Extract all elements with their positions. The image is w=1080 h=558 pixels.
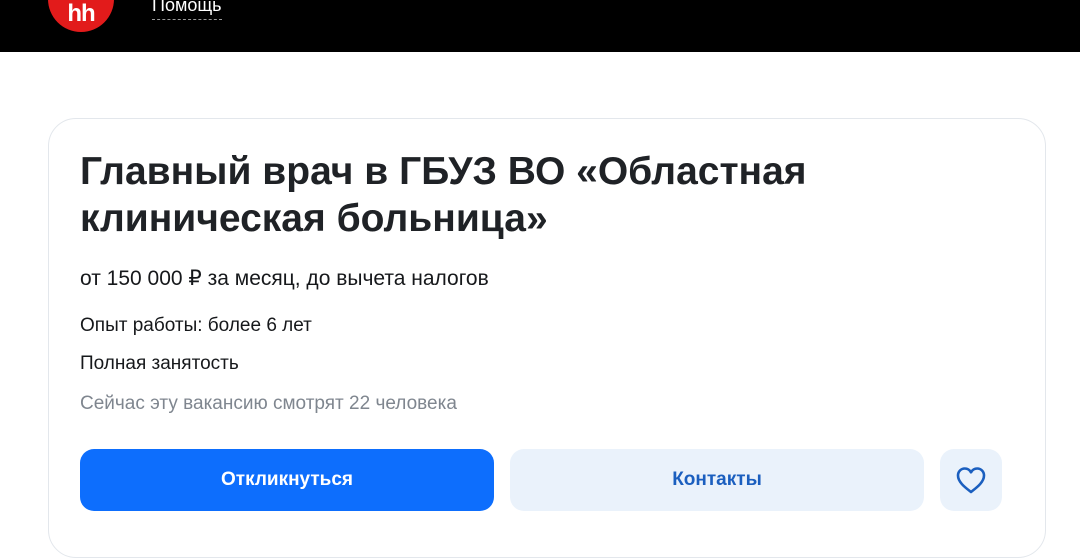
vacancy-card: Главный врач в ГБУЗ ВО «Областная клинич… [48, 118, 1046, 558]
help-link[interactable]: Помощь [152, 0, 222, 20]
hh-logo[interactable]: hh [48, 0, 114, 32]
apply-button[interactable]: Откликнуться [80, 449, 494, 511]
favorite-button[interactable] [940, 449, 1002, 511]
vacancy-salary: от 150 000 ₽ за месяц, до вычета налогов [80, 267, 489, 290]
contacts-button[interactable]: Контакты [510, 449, 924, 511]
vacancy-experience: Опыт работы: более 6 лет [80, 315, 312, 336]
heart-outline-icon [955, 466, 987, 494]
vacancy-title: Главный врач в ГБУЗ ВО «Областная клинич… [80, 150, 807, 240]
top-navigation-bar: hh Помощь [0, 0, 1080, 52]
vacancy-viewers-count: Сейчас эту вакансию смотрят 22 человека [80, 393, 457, 414]
vacancy-employment: Полная занятость [80, 353, 239, 374]
